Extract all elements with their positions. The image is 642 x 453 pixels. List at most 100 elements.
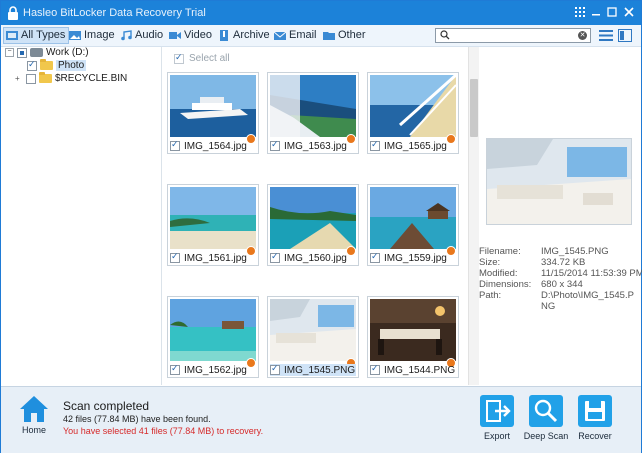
file-name: IMG_1545.PNG bbox=[284, 364, 356, 376]
app-window: Hasleo BitLocker Data Recovery Trial All… bbox=[0, 0, 642, 453]
clear-search-icon[interactable]: ✕ bbox=[578, 31, 587, 40]
photo-cruise-ship bbox=[170, 75, 256, 137]
meta-value: IMG_1545.PNG bbox=[541, 246, 609, 257]
select-all-checkbox[interactable]: Select all bbox=[174, 52, 230, 64]
item-checkbox[interactable] bbox=[370, 251, 380, 263]
item-checkbox[interactable] bbox=[370, 363, 380, 375]
grid-scrollbar[interactable] bbox=[468, 47, 479, 385]
file-name: IMG_1561.jpg bbox=[184, 252, 247, 264]
photo-resort bbox=[170, 299, 256, 361]
maximize-icon bbox=[607, 7, 617, 17]
item-checkbox[interactable] bbox=[270, 251, 280, 263]
tree-checkbox[interactable] bbox=[27, 59, 37, 71]
item-checkbox[interactable] bbox=[170, 139, 180, 151]
audio-icon bbox=[121, 30, 132, 41]
filter-archive[interactable]: Archive bbox=[216, 27, 273, 44]
panel-view-icon[interactable] bbox=[618, 29, 632, 42]
filter-audio[interactable]: Audio bbox=[118, 27, 166, 44]
thumbnail-caption: IMG_1544.PNG bbox=[370, 363, 456, 376]
thumbnail-item[interactable]: IMG_1564.jpg bbox=[167, 72, 259, 154]
minimize-icon bbox=[592, 14, 600, 16]
item-checkbox[interactable] bbox=[170, 251, 180, 263]
filter-other[interactable]: Other bbox=[321, 27, 369, 44]
folder-icon bbox=[323, 32, 335, 40]
export-label: Export bbox=[483, 431, 510, 441]
filter-image[interactable]: Image bbox=[67, 27, 118, 44]
item-checkbox[interactable] bbox=[270, 139, 280, 151]
deep-scan-icon bbox=[529, 395, 563, 427]
filter-label: All Types bbox=[21, 29, 66, 41]
thumbnail-item[interactable]: IMG_1560.jpg bbox=[267, 184, 359, 266]
tree-label: Photo bbox=[56, 60, 87, 71]
image-icon bbox=[69, 31, 81, 40]
scrollbar-thumb[interactable] bbox=[470, 79, 478, 137]
file-name: IMG_1565.jpg bbox=[384, 140, 447, 152]
meta-key: Size: bbox=[479, 257, 501, 268]
thumbnail-item[interactable]: IMG_1545.PNG bbox=[267, 296, 359, 378]
file-name: IMG_1563.jpg bbox=[284, 140, 347, 152]
filter-all-types[interactable]: All Types bbox=[3, 27, 70, 44]
filter-label: Image bbox=[84, 29, 115, 41]
meta-value: 11/15/2014 11:53:39 PM bbox=[541, 268, 642, 279]
filter-email[interactable]: Email bbox=[272, 27, 320, 44]
item-checkbox[interactable] bbox=[170, 363, 180, 375]
filter-video[interactable]: Video bbox=[167, 27, 215, 44]
meta-key: Modified: bbox=[479, 268, 518, 279]
deep-scan-button[interactable]: Deep Scan bbox=[521, 395, 571, 441]
thumbnail-item[interactable]: IMG_1563.jpg bbox=[267, 72, 359, 154]
meta-value: NG bbox=[541, 301, 556, 312]
search-icon bbox=[440, 30, 450, 40]
close-button[interactable] bbox=[620, 4, 638, 22]
thumbnail-item[interactable]: IMG_1544.PNG bbox=[367, 296, 459, 378]
files-found-text: 42 files (77.84 MB) have been found. bbox=[63, 414, 211, 424]
meta-value: 680 x 344 bbox=[541, 279, 583, 290]
export-button[interactable]: Export bbox=[472, 395, 522, 441]
thumbnail-item[interactable]: IMG_1561.jpg bbox=[167, 184, 259, 266]
tree-label: Work (D:) bbox=[46, 47, 89, 58]
home-button[interactable]: Home bbox=[15, 395, 53, 435]
photo-yacht-interior bbox=[270, 299, 356, 361]
photo-ship-deck bbox=[270, 75, 356, 137]
thumbnail-item[interactable]: IMG_1562.jpg bbox=[167, 296, 259, 378]
filter-label: Audio bbox=[135, 29, 164, 41]
photo-lagoon bbox=[270, 187, 356, 249]
tree-node-photo[interactable]: Photo bbox=[27, 59, 87, 71]
thumbnail-caption: IMG_1560.jpg bbox=[270, 251, 356, 264]
lock-icon bbox=[8, 6, 18, 20]
checkbox[interactable] bbox=[174, 52, 184, 64]
thumbnail-caption: IMG_1562.jpg bbox=[170, 363, 256, 376]
tree-node-drive[interactable]: − Work (D:) bbox=[5, 47, 89, 58]
tree-checkbox[interactable] bbox=[17, 47, 27, 58]
meta-key: Path: bbox=[479, 290, 502, 301]
photo-water-villas bbox=[370, 187, 456, 249]
file-name: IMG_1544.PNG bbox=[384, 364, 456, 376]
tree-node-recycle-bin[interactable]: + $RECYCLE.BIN bbox=[15, 72, 128, 84]
recover-button[interactable]: Recover bbox=[570, 395, 620, 441]
folder-icon bbox=[39, 72, 52, 83]
collapse-icon[interactable]: − bbox=[5, 48, 14, 57]
tree-checkbox[interactable] bbox=[26, 73, 36, 84]
email-icon bbox=[274, 31, 286, 40]
item-checkbox[interactable] bbox=[270, 363, 280, 375]
photo-dining-room bbox=[370, 299, 456, 361]
thumbnail-grid: Select all IMG_1564.jpg IMG_1563.jpg bbox=[162, 47, 468, 385]
filter-label: Archive bbox=[233, 29, 270, 41]
search-input[interactable] bbox=[452, 29, 570, 41]
maximize-button[interactable] bbox=[603, 4, 621, 22]
file-name: IMG_1559.jpg bbox=[384, 252, 447, 264]
select-all-label: Select all bbox=[189, 53, 230, 64]
item-checkbox[interactable] bbox=[370, 139, 380, 151]
thumbnail-item[interactable]: IMG_1559.jpg bbox=[367, 184, 459, 266]
meta-value: 334.72 KB bbox=[541, 257, 586, 268]
filter-label: Email bbox=[289, 29, 317, 41]
preview-panel: Filename: IMG_1545.PNG Size: 334.72 KB Mod… bbox=[479, 47, 642, 385]
all-types-icon bbox=[6, 31, 18, 40]
search-box[interactable]: ✕ bbox=[435, 28, 591, 43]
file-name: IMG_1562.jpg bbox=[184, 364, 247, 376]
list-view-icon[interactable] bbox=[599, 29, 613, 42]
thumbnail-caption: IMG_1559.jpg bbox=[370, 251, 456, 264]
thumbnail-item[interactable]: IMG_1565.jpg bbox=[367, 72, 459, 154]
status-bar: Home Scan completed 42 files (77.84 MB) … bbox=[1, 386, 641, 453]
expand-icon[interactable]: + bbox=[15, 74, 23, 83]
tree-label: $RECYCLE.BIN bbox=[55, 73, 128, 84]
